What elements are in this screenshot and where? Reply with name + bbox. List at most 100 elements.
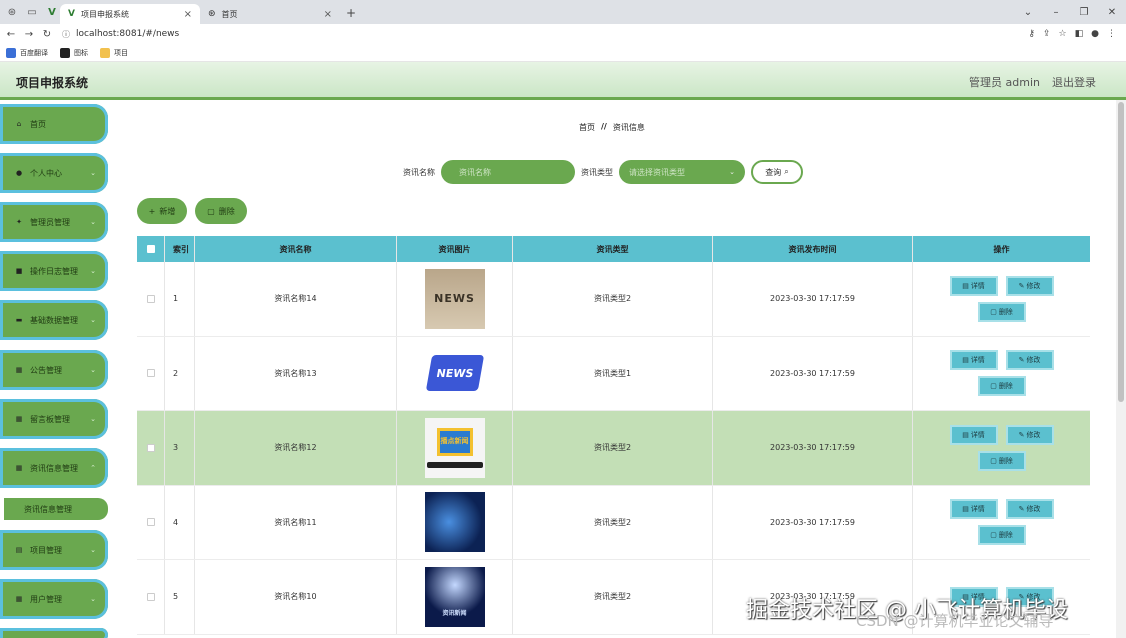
tab-home[interactable]: ⊛ 首页 ×	[200, 4, 340, 24]
row-checkbox[interactable]	[146, 518, 155, 527]
document-icon: ▤	[962, 505, 969, 514]
detail-button[interactable]: ▤ 详情	[949, 424, 998, 445]
header-index: 索引	[165, 236, 195, 262]
header-type: 资讯类型	[513, 236, 713, 262]
search-name-input[interactable]: 资讯名称	[441, 160, 575, 184]
delete-button[interactable]: ▢ 删除	[977, 301, 1026, 322]
forward-icon[interactable]: →	[22, 29, 36, 40]
folder-icon	[100, 47, 110, 58]
row-checkbox[interactable]	[146, 369, 155, 378]
bookmark-icons[interactable]: 图标	[60, 47, 88, 58]
sidebar-item-messages[interactable]: ▦ 留言板管理 ⌄	[0, 399, 108, 439]
detail-button[interactable]: ▤ 详情	[949, 499, 998, 520]
sidebar-subitem-news[interactable]: 资讯信息管理	[4, 498, 108, 520]
url-field[interactable]: ⓘ localhost:8081/#/news	[62, 29, 179, 40]
breadcrumb-current: 资讯信息	[612, 123, 645, 132]
sidebar-item-users[interactable]: ▦ 用户管理 ⌄	[0, 579, 108, 619]
star-icon[interactable]: ☆	[1059, 29, 1067, 39]
vue-icon: V	[68, 9, 75, 19]
close-window-icon[interactable]: ✕	[1098, 7, 1126, 18]
sidebar-item-notices[interactable]: ▦ 公告管理 ⌄	[0, 350, 108, 390]
watermark-csdn: CSDN @计算机毕业论文辅导	[856, 612, 1054, 630]
select-all-checkbox[interactable]	[146, 245, 155, 253]
sidebar-item-label: 资讯信息管理	[30, 463, 78, 473]
row-checkbox[interactable]	[146, 294, 155, 303]
edit-button[interactable]: ✎ 修改	[1005, 350, 1054, 371]
row-checkbox[interactable]	[146, 443, 155, 452]
edit-button[interactable]: ✎ 修改	[1005, 275, 1054, 296]
restore-icon[interactable]: ❐	[1070, 7, 1098, 18]
sidebar-item-profile[interactable]: ● 个人中心 ⌄	[0, 153, 108, 193]
delete-button[interactable]: ▢ 删除	[977, 450, 1026, 471]
detail-button[interactable]: ▤ 详情	[949, 350, 998, 371]
browser-menu-icon[interactable]: ⊛	[4, 4, 20, 20]
sidebar-item-basedata[interactable]: ▬ 基础数据管理 ⌄	[0, 300, 108, 340]
scrollbar-thumb[interactable]	[1118, 102, 1124, 402]
row-image-cell: 资讯新闻	[397, 560, 513, 634]
plus-icon: +	[148, 206, 156, 216]
thumbnail-text: 播点新闻	[436, 427, 473, 456]
chevron-down-icon[interactable]: ⌄	[1014, 7, 1042, 18]
sidebar-item-projects[interactable]: ▤ 项目管理 ⌄	[0, 530, 108, 570]
edit-button[interactable]: ✎ 修改	[1005, 499, 1054, 520]
minimize-icon[interactable]: –	[1042, 7, 1070, 18]
news-thumbnail[interactable]: 播点新闻	[424, 417, 485, 478]
batch-delete-button[interactable]: ▢ 删除	[195, 198, 247, 224]
sidebar-item-label: 管理员管理	[30, 217, 70, 227]
sidebar-item-logs[interactable]: ■ 操作日志管理 ⌄	[0, 251, 108, 291]
table-row-hovered[interactable]: 3 资讯名称12 播点新闻 资讯类型2 2023-03-30 17:17:59 …	[137, 411, 1090, 486]
row-image-cell: NEWS	[397, 336, 513, 410]
back-icon[interactable]: ←	[4, 29, 18, 40]
news-thumbnail[interactable]: NEWS	[424, 343, 485, 404]
search-type-select[interactable]: 请选择资讯类型 ⌄	[619, 160, 745, 184]
page-scrollbar[interactable]	[1116, 100, 1126, 638]
row-name: 资讯名称12	[195, 411, 397, 485]
search-type-placeholder: 请选择资讯类型	[629, 167, 685, 177]
kebab-menu-icon[interactable]: ⋮	[1107, 29, 1116, 39]
row-name: 资讯名称10	[195, 560, 397, 634]
chevron-down-icon: ⌄	[90, 595, 96, 603]
logout-link[interactable]: 退出登录	[1052, 74, 1096, 90]
row-checkbox-cell	[137, 411, 165, 485]
news-thumbnail[interactable]	[424, 492, 485, 553]
thumbnail-text: NEWS	[425, 355, 484, 392]
close-icon[interactable]: ×	[324, 9, 332, 20]
table-row[interactable]: 2 资讯名称13 NEWS 资讯类型1 2023-03-30 17:17:59 …	[137, 336, 1090, 411]
reload-icon[interactable]: ↻	[40, 29, 54, 40]
delete-button[interactable]: ▢ 删除	[977, 525, 1026, 546]
delete-button[interactable]: ▢ 删除	[977, 376, 1026, 397]
info-icon[interactable]: ⓘ	[62, 29, 70, 40]
header-image: 资讯图片	[397, 236, 513, 262]
address-bar-actions: ⚷ ⇪ ☆ ◧ ● ⋮	[1028, 24, 1116, 44]
thumbnail-text: 资讯新闻	[442, 609, 467, 617]
table-row[interactable]: 4 资讯名称11 资讯类型2 2023-03-30 17:17:59 ▤ 详情 ✎…	[137, 485, 1090, 560]
bookmark-translate[interactable]: 百度翻译	[6, 47, 48, 58]
tab-app[interactable]: V 项目申报系统 ×	[60, 4, 200, 24]
add-button[interactable]: + 新增	[137, 198, 187, 224]
key-icon[interactable]: ⚷	[1028, 29, 1035, 39]
chevron-down-icon: ⌄	[90, 415, 96, 423]
sidebar-item-news[interactable]: ▦ 资讯信息管理 ⌃	[0, 448, 108, 488]
query-button[interactable]: 查询 ⌕	[751, 160, 803, 184]
sidebar-item-admins[interactable]: ✦ 管理员管理 ⌄	[0, 202, 108, 242]
row-checkbox[interactable]	[146, 592, 155, 601]
breadcrumb-home[interactable]: 首页	[579, 122, 595, 133]
sidebar-item-label: 留言板管理	[30, 414, 70, 424]
detail-button[interactable]: ▤ 详情	[949, 275, 998, 296]
tab-strip-icon[interactable]: ▭	[24, 4, 40, 20]
close-icon[interactable]: ×	[184, 9, 192, 20]
new-tab-icon[interactable]: +	[346, 6, 356, 20]
sidebar-item-home[interactable]: ⌂ 首页	[0, 104, 108, 144]
table-row[interactable]: 1 资讯名称14 NEWS 资讯类型2 2023-03-30 17:17:59 …	[137, 262, 1090, 337]
news-thumbnail[interactable]: 资讯新闻	[424, 566, 485, 627]
share-icon[interactable]: ⇪	[1043, 29, 1051, 39]
detail-label: 详情	[970, 281, 985, 290]
bookmark-project[interactable]: 项目	[100, 47, 128, 58]
grid-icon: ▦	[15, 595, 23, 603]
news-thumbnail[interactable]: NEWS	[424, 268, 485, 329]
sidebar-toggle-icon[interactable]: ◧	[1075, 29, 1084, 39]
document-icon: ▤	[962, 430, 969, 439]
sidebar-item-more[interactable]	[0, 628, 108, 638]
edit-button[interactable]: ✎ 修改	[1005, 424, 1054, 445]
profile-icon[interactable]: ●	[1091, 29, 1099, 39]
